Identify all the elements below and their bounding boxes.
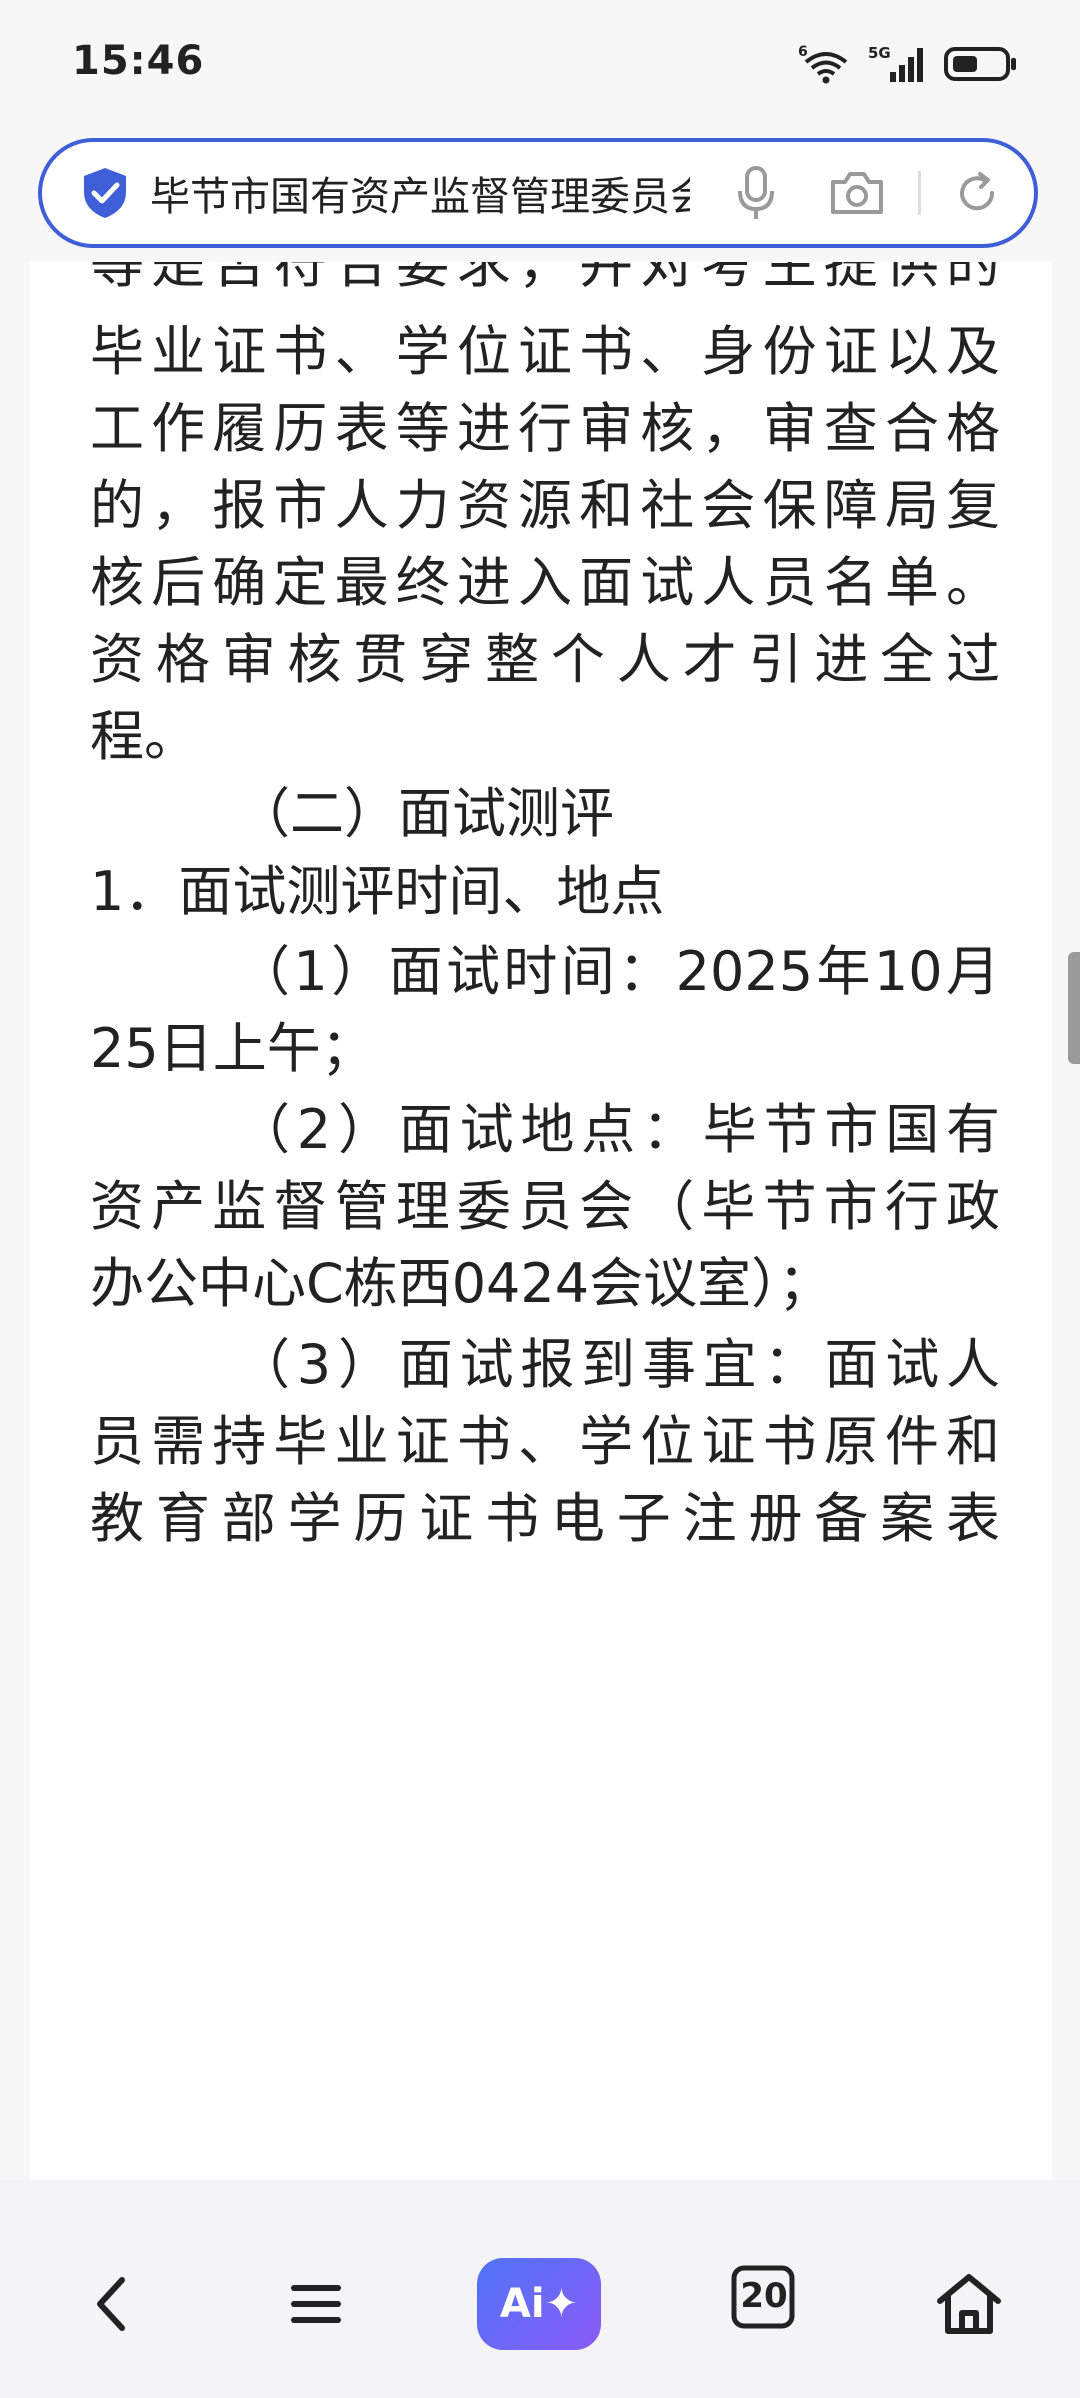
article-content[interactable]: 等是否符合要求，并对考生提供的 毕业证书、学位证书、身份证以及 工作履历表等进行…	[30, 262, 1052, 2180]
article-line: 资产监督管理委员会（毕节市行政	[90, 1175, 1000, 1238]
article-line: （2）面试地点：毕节市国有	[236, 1098, 1000, 1161]
scrollbar-thumb[interactable]	[1068, 952, 1080, 1064]
article-line: （3）面试报到事宜：面试人	[236, 1333, 1000, 1396]
menu-button[interactable]	[276, 2256, 356, 2352]
voice-search-button[interactable]	[726, 153, 786, 233]
address-bar[interactable]: 毕节市国有资产监督管理委员会	[38, 138, 1038, 248]
wifi-badge: 6	[798, 44, 808, 60]
article-line: 核后确定最终进入面试人员名单。	[90, 551, 1000, 614]
article-line: （1）面试时间：2025年10月	[236, 940, 1000, 1003]
article-line: 资格审核贯穿整个人才引进全过	[90, 628, 1000, 691]
tab-count: 20	[740, 2276, 788, 2316]
article-line: 的，报市人力资源和社会保障局复	[90, 474, 1000, 537]
article-line: 毕业证书、学位证书、身份证以及	[90, 320, 1000, 383]
battery-icon	[944, 44, 1018, 84]
camera-icon	[831, 172, 883, 214]
wifi-icon: 6	[798, 44, 854, 84]
status-icons: 6 5G	[798, 42, 1018, 86]
network-label: 5G	[868, 44, 891, 62]
address-bar-divider	[918, 171, 921, 215]
subsection-heading: 1．面试测评时间、地点	[90, 860, 665, 923]
refresh-button[interactable]	[947, 153, 1007, 233]
camera-search-button[interactable]	[822, 153, 892, 233]
article-line: 办公中心C栋西0424会议室）；	[90, 1252, 833, 1315]
hamburger-menu-icon	[291, 2285, 341, 2323]
article-line: 工作履历表等进行审核，审查合格	[90, 397, 1000, 460]
article-line: 员需持毕业证书、学位证书原件和	[90, 1410, 1000, 1473]
back-button[interactable]	[70, 2256, 150, 2352]
cellular-signal-icon: 5G	[868, 44, 930, 84]
refresh-icon	[960, 172, 995, 211]
chevron-left-icon	[97, 2277, 125, 2331]
url-text[interactable]: 毕节市国有资产监督管理委员会	[150, 164, 690, 222]
home-icon	[937, 2274, 1001, 2334]
status-time: 15:46	[72, 38, 205, 84]
bottom-navigation-bar: Ai✦ 20	[0, 2180, 1080, 2398]
article-line: 程。	[90, 705, 198, 768]
ai-assistant-button[interactable]: Ai✦	[477, 2258, 601, 2350]
article-line: 教育部学历证书电子注册备案表	[90, 1487, 1000, 1550]
home-button[interactable]	[928, 2256, 1010, 2352]
article-line: 等是否符合要求，并对考生提供的	[90, 262, 1000, 295]
security-shield-icon[interactable]	[80, 166, 130, 220]
status-bar: 15:46 6 5G	[0, 0, 1080, 130]
article-line: 25日上午；	[90, 1017, 375, 1080]
microphone-icon	[738, 166, 774, 219]
tabs-button[interactable]: 20	[724, 2256, 804, 2336]
section-heading: （二）面试测评	[236, 782, 614, 845]
